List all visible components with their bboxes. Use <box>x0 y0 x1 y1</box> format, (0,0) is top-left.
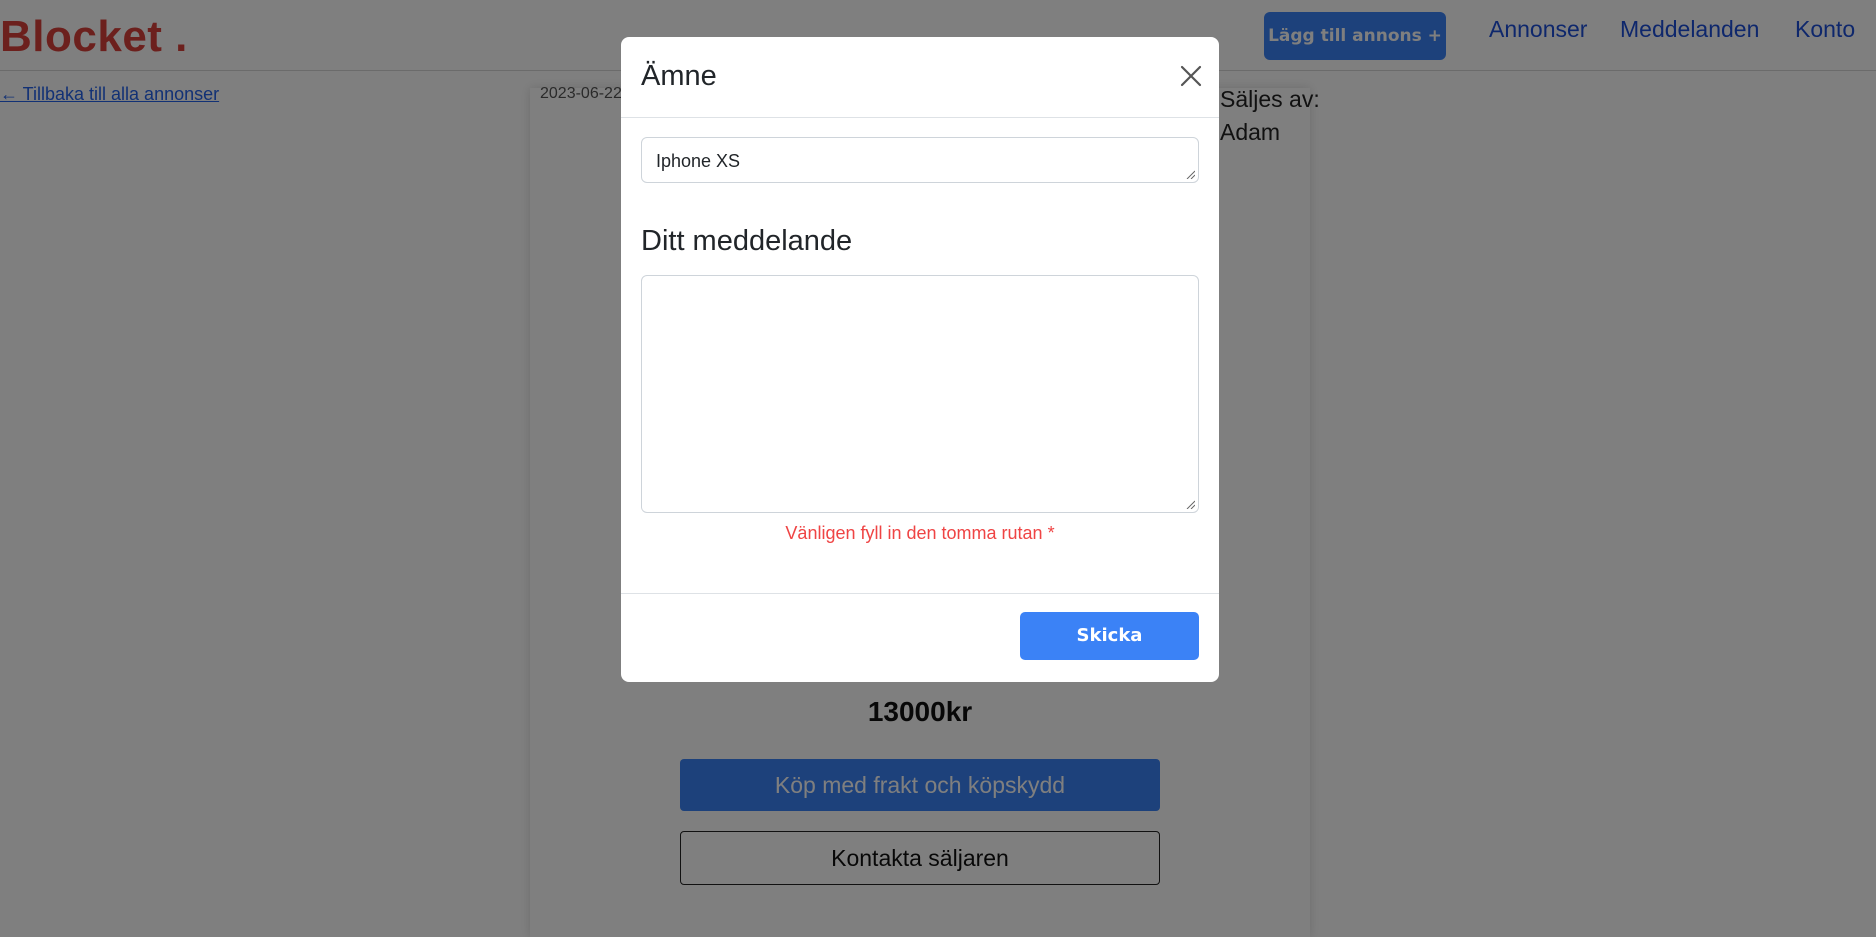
resize-grip-icon[interactable] <box>1185 169 1195 179</box>
subject-input[interactable]: Iphone XS <box>641 137 1199 183</box>
message-textarea[interactable] <box>641 275 1199 513</box>
send-button[interactable]: Skicka <box>1020 612 1199 660</box>
page: Blocket . Lägg till annons + Annonser Me… <box>0 0 1876 937</box>
resize-grip-icon[interactable] <box>1185 499 1195 509</box>
modal-footer: Skicka <box>621 593 1219 682</box>
modal-header: Ämne <box>621 37 1219 118</box>
subject-value: Iphone XS <box>656 151 741 171</box>
close-icon[interactable] <box>1176 61 1206 91</box>
message-heading: Ditt meddelande <box>641 225 853 257</box>
message-modal: Ämne Iphone XS Ditt meddelande Vänligen … <box>621 37 1219 682</box>
validation-error: Vänligen fyll in den tomma rutan * <box>785 523 1055 543</box>
modal-title: Ämne <box>641 60 717 92</box>
